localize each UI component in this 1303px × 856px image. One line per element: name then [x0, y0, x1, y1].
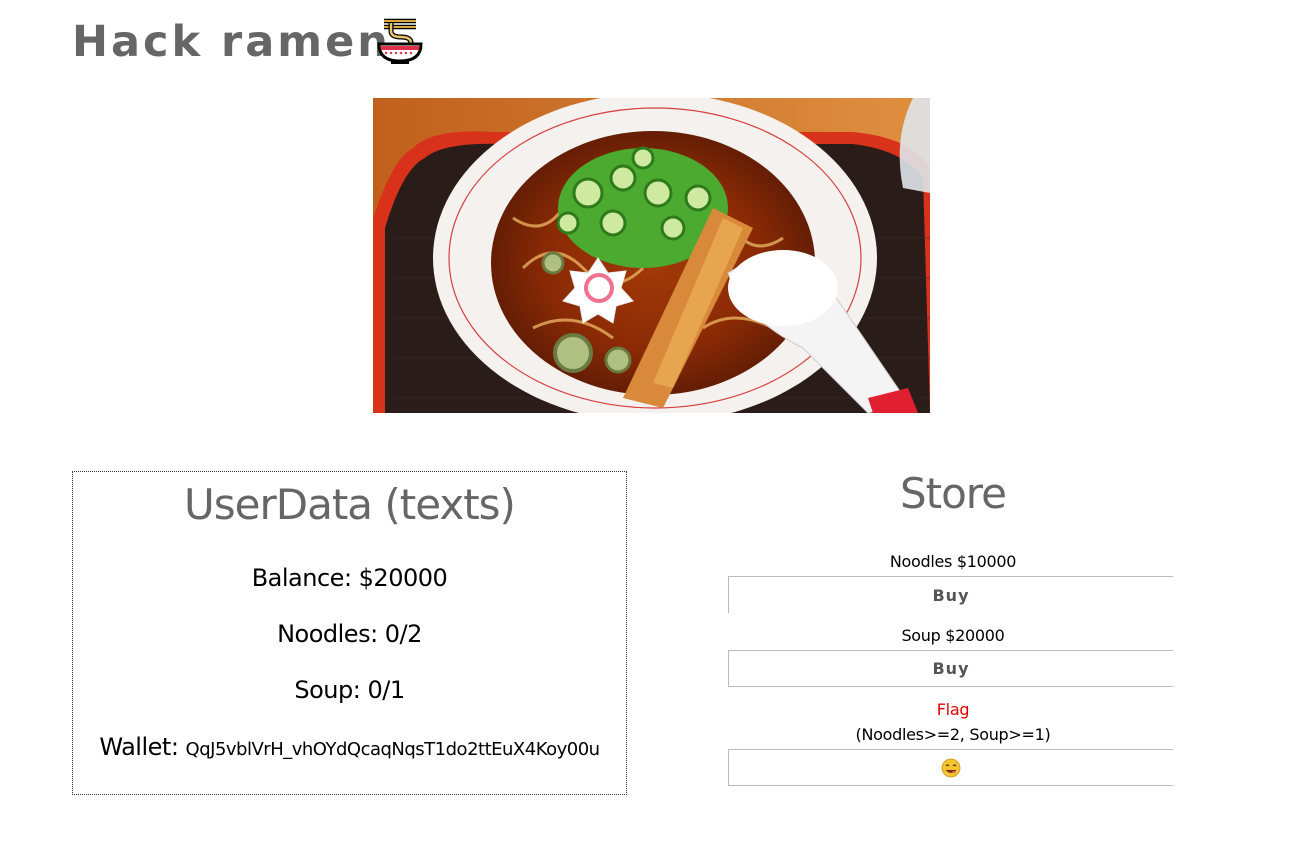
ramen-photo [373, 98, 930, 413]
noodles-price-label: Noodles $10000 [889, 552, 1017, 571]
buy-soup-button[interactable]: Buy [728, 650, 1173, 687]
userdata-panel: UserData (texts) Balance: $20000 Noodles… [72, 471, 627, 795]
buy-noodles-button[interactable]: Buy [728, 576, 1173, 613]
soup-price-label: Soup $20000 [901, 626, 1005, 645]
store-heading: Store [899, 469, 1007, 518]
smiling-face-savoring-food-icon [941, 758, 961, 777]
userdata-heading: UserData (texts) [184, 480, 516, 529]
wallet-label: Wallet: [99, 733, 179, 761]
wallet-value: QqJ5vblVrH_vhOYdQcaqNqsT1do2ttEuX4Koy00u [185, 739, 601, 760]
flag-condition-text: (Noodles>=2, Soup>=1) [855, 725, 1051, 744]
ramen-bowl-icon [377, 18, 423, 64]
noodles-count-text: Noodles: 0/2 [277, 620, 422, 648]
page-title: Hack ramen [72, 17, 391, 67]
buy-flag-button[interactable] [728, 749, 1173, 786]
wallet-row: Wallet: QqJ5vblVrH_vhOYdQcaqNqsT1do2ttEu… [73, 732, 626, 765]
flag-label: Flag [936, 700, 970, 719]
soup-count-text: Soup: 0/1 [294, 676, 405, 704]
balance-text: Balance: $20000 [251, 564, 448, 592]
